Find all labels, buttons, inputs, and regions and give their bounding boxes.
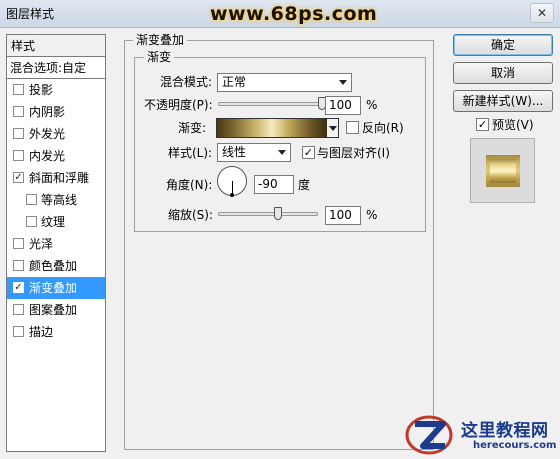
gradient-picker-arrow[interactable] [327, 118, 339, 138]
gradient-overlay-title: 渐变叠加 [133, 33, 188, 47]
style-item-checkbox[interactable]: ✓ [13, 172, 24, 183]
angle-unit: 度 [298, 178, 311, 192]
style-item[interactable]: 光泽 [7, 233, 105, 255]
style-item-checkbox[interactable] [26, 194, 37, 205]
style-item[interactable]: 描边 [7, 321, 105, 343]
chevron-down-icon [339, 80, 347, 85]
style-item[interactable]: 图案叠加 [7, 299, 105, 321]
opacity-slider[interactable] [218, 102, 322, 106]
style-item[interactable]: ✓ 斜面和浮雕 [7, 167, 105, 189]
style-item[interactable]: 等高线 [7, 189, 105, 211]
style-item[interactable]: 外发光 [7, 123, 105, 145]
style-item-checkbox[interactable] [26, 216, 37, 227]
align-with-layer-label: 与图层对齐(I) [317, 146, 390, 160]
chevron-down-icon [278, 150, 286, 155]
scale-unit: % [366, 208, 378, 222]
style-item-label: 描边 [29, 325, 54, 339]
style-item-label: 内阴影 [29, 105, 66, 119]
watermark-text: www.68ps.com [210, 3, 378, 25]
style-item-checkbox[interactable] [13, 304, 24, 315]
style-list-header[interactable]: 样式 [7, 35, 105, 57]
style-item[interactable]: 纹理 [7, 211, 105, 233]
gradient-group-title: 渐变 [144, 50, 175, 64]
align-with-layer-checkbox[interactable]: ✓ [302, 146, 315, 159]
opacity-label: 不透明度(P): [144, 98, 213, 112]
style-select[interactable]: 线性 [217, 143, 291, 162]
angle-label: 角度(N): [166, 178, 213, 192]
angle-dial[interactable] [217, 166, 247, 197]
style-item-label: 光泽 [29, 237, 54, 251]
close-icon: ✕ [536, 6, 548, 20]
style-item-checkbox[interactable] [13, 128, 24, 139]
style-item[interactable]: ✓ 渐变叠加 [7, 277, 105, 299]
cancel-button[interactable]: 取消 [453, 62, 553, 84]
style-item[interactable]: 颜色叠加 [7, 255, 105, 277]
style-item-label: 等高线 [41, 193, 78, 207]
style-item[interactable]: 内发光 [7, 145, 105, 167]
style-item-checkbox[interactable] [13, 106, 24, 117]
close-button[interactable]: ✕ [530, 3, 554, 23]
style-item-checkbox[interactable] [13, 260, 24, 271]
logo-text-en: herecours.com [473, 440, 557, 451]
angle-input[interactable]: -90 [254, 175, 294, 194]
blend-mode-select[interactable]: 正常 [217, 73, 352, 92]
logo-badge-icon [405, 415, 453, 455]
style-item[interactable]: 投影 [7, 79, 105, 101]
reverse-checkbox[interactable] [346, 121, 359, 134]
style-item-label: 斜面和浮雕 [29, 171, 90, 185]
style-item-label: 颜色叠加 [29, 259, 78, 273]
gradient-preview[interactable] [216, 118, 328, 138]
style-item-label: 图案叠加 [29, 303, 78, 317]
style-label: 样式(L): [168, 146, 213, 160]
blend-mode-label: 混合模式: [160, 75, 213, 89]
preview-label: 预览(V) [492, 118, 534, 132]
site-logo: 这里教程网 herecours.com [405, 414, 557, 456]
opacity-input[interactable]: 100 [325, 96, 361, 115]
style-list: 样式 混合选项:自定 投影内阴影外发光内发光 ✓ 斜面和浮雕等高线纹理光泽颜色叠加 ✓… [6, 34, 106, 452]
scale-slider-thumb[interactable] [274, 207, 282, 220]
style-item-label: 渐变叠加 [29, 281, 78, 295]
style-value: 线性 [222, 145, 247, 159]
title-bar: 图层样式 www.68ps.com ✕ [0, 0, 560, 28]
style-item[interactable]: 内阴影 [7, 101, 105, 123]
new-style-button[interactable]: 新建样式(W)... [453, 90, 553, 112]
angle-dot [230, 193, 234, 197]
style-item-label: 纹理 [41, 215, 66, 229]
opacity-unit: % [366, 98, 378, 112]
scale-slider[interactable] [218, 212, 318, 216]
style-item-checkbox[interactable] [13, 238, 24, 249]
style-preview-thumbnail [470, 138, 535, 203]
style-item-checkbox[interactable]: ✓ [13, 282, 24, 293]
preview-swatch [486, 155, 520, 187]
style-item-checkbox[interactable] [13, 84, 24, 95]
reverse-label: 反向(R) [362, 121, 404, 135]
blend-mode-value: 正常 [222, 75, 247, 89]
blend-options-item[interactable]: 混合选项:自定 [7, 57, 105, 79]
style-item-label: 外发光 [29, 127, 66, 141]
logo-text-cn: 这里教程网 [461, 421, 549, 441]
style-item-label: 内发光 [29, 149, 66, 163]
scale-input[interactable]: 100 [325, 206, 361, 225]
preview-checkbox[interactable]: ✓ [476, 118, 489, 131]
window-title: 图层样式 [6, 7, 55, 21]
style-item-checkbox[interactable] [13, 150, 24, 161]
style-item-label: 投影 [29, 83, 54, 97]
ok-button[interactable]: 确定 [453, 34, 553, 56]
style-item-checkbox[interactable] [13, 326, 24, 337]
gradient-label: 渐变: [178, 121, 207, 135]
scale-label: 缩放(S): [168, 208, 214, 222]
style-items: 投影内阴影外发光内发光 ✓ 斜面和浮雕等高线纹理光泽颜色叠加 ✓ 渐变叠加图案叠加描边 [7, 79, 105, 343]
